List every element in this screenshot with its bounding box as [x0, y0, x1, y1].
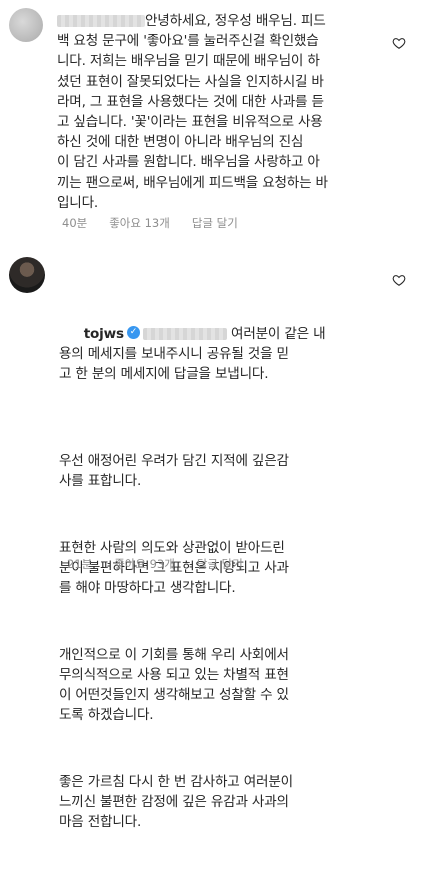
likes-count[interactable]: 좋아요 93개 — [114, 556, 175, 572]
likes-count[interactable]: 좋아요 13개 — [109, 215, 170, 231]
comment-1-text: 안녕하세요, 정우성 배우님. 피드백 요청 문구에 '좋아요'를 눌러주신걸 … — [57, 13, 328, 211]
verified-badge-icon: ✓ — [126, 326, 140, 340]
comment-1-line: 입니다. — [57, 194, 99, 211]
comment-1-line: 셨던 표현이 잘못되었다는 사실을 인지하시길 바 — [57, 73, 324, 90]
username-tojws[interactable]: tojws — [84, 326, 124, 342]
comment-1-line: 이 담긴 사과를 원합니다. 배우님을 사랑하고 아 — [57, 154, 320, 171]
reply-paragraph-2: 우선 애정어린 우려가 담긴 지적에 깊은감 사를 표합니다. — [59, 452, 289, 490]
comment-1-line: 니다. 저희는 배우님을 믿기 때문에 배우님이 하 — [57, 53, 320, 70]
reply-paragraph-5: 좋은 가르침 다시 한 번 감사하고 여러분이 느끼신 불편한 감정에 깊은 유… — [59, 773, 293, 831]
heart-outline-icon[interactable] — [392, 36, 406, 50]
comment-1-line: 백 요청 문구에 '좋아요'를 눌러주신걸 확인했습 — [57, 33, 319, 50]
comment-1-line: 안녕하세요, 정우성 배우님. 피드 — [145, 13, 326, 29]
reply-button[interactable]: 답글 달기 — [192, 215, 238, 231]
comment-1-line: 끼는 팬으로써, 배우님에게 피드백을 요청하는 바 — [57, 174, 328, 191]
heart-outline-icon[interactable] — [392, 273, 406, 287]
comment-time: 40분 — [62, 216, 88, 230]
avatar-tojws[interactable] — [9, 257, 45, 293]
comment-1-body: 안녕하세요, 정우성 배우님. 피드백 요청 문구에 '좋아요'를 눌러주신걸 … — [57, 11, 397, 213]
comment-1-line: 고 싶습니다. '꽃'이라는 표현을 비유적으로 사용 — [57, 114, 323, 131]
reply-paragraph-1: 용의 메세지를 보내주시니 공유될 것을 믿 고 한 분의 메세지에 답글을 보… — [59, 345, 289, 383]
username-blurred[interactable] — [57, 15, 145, 27]
mention-blurred[interactable] — [142, 327, 227, 340]
comment-1-line: 라며, 그 표현을 사용했다는 것에 대한 사과를 듣 — [57, 93, 324, 110]
reply-first-line: 여러분이 같은 내 — [231, 325, 326, 342]
comment-1-line: 하신 것에 대한 변명이 아니라 배우님의 진심 — [57, 134, 304, 151]
comment-1: 안녕하세요, 정우성 배우님. 피드백 요청 문구에 '좋아요'를 눌러주신걸 … — [0, 0, 430, 245]
comment-time: 21분 — [67, 557, 93, 571]
comment-1-meta: 40분 좋아요 13개 답글 달기 — [62, 215, 238, 231]
reply-button[interactable]: 답글 달기 — [197, 556, 243, 572]
comment-2-meta: 21분 좋아요 93개 답글 달기 — [67, 556, 243, 572]
reply-paragraph-4: 개인적으로 이 기회를 통해 우리 사회에서 무의식적으로 사용 되고 있는 차… — [59, 646, 289, 724]
avatar-blurred[interactable] — [9, 8, 43, 42]
